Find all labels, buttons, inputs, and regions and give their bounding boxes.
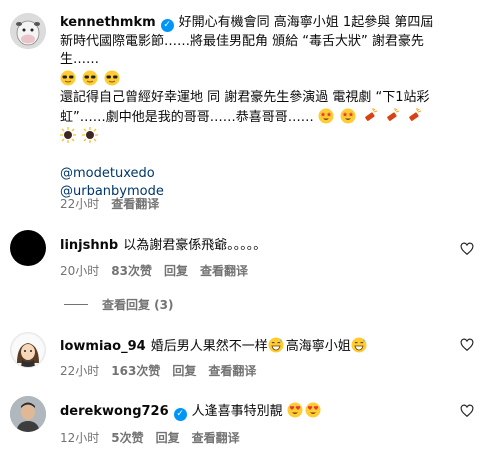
heart-icon[interactable] bbox=[460, 338, 474, 352]
comment-4: derekwong726 ✓ 人逢喜事特別靚 bbox=[60, 402, 442, 422]
comment-1-username[interactable]: kennethmkm bbox=[60, 15, 156, 30]
heart-eyes-emoji-icon bbox=[305, 402, 321, 418]
heart-icon[interactable] bbox=[460, 242, 474, 256]
mention-link-1[interactable]: @modetuxedo bbox=[60, 165, 442, 184]
heart-icon[interactable] bbox=[460, 404, 474, 418]
comment-3-translate-link[interactable]: 查看翻译 bbox=[208, 362, 256, 379]
sunglasses-emoji-icon bbox=[82, 70, 98, 85]
comment-4-translate-link[interactable]: 查看翻译 bbox=[192, 429, 240, 446]
comment-2-translate-link[interactable]: 查看翻译 bbox=[200, 262, 248, 279]
comment-1-emoji-row bbox=[60, 70, 442, 90]
avatar-lowmiao_94[interactable] bbox=[10, 332, 46, 368]
comment-3-reply-button[interactable]: 回复 bbox=[172, 362, 196, 379]
firework-emoji-icon bbox=[60, 127, 76, 143]
grinning-sweat-emoji-icon bbox=[351, 337, 367, 353]
comment-3: lowmiao_94 婚后男人果然不一样 高海寧小姐 bbox=[60, 337, 442, 357]
comment-4-reply-button[interactable]: 回复 bbox=[156, 429, 180, 446]
star-struck-emoji-icon bbox=[318, 108, 334, 123]
comment-3-body-a: 婚后男人果然不一样 bbox=[150, 339, 268, 354]
grinning-sweat-emoji-icon bbox=[268, 337, 284, 353]
firecracker-emoji-icon bbox=[365, 107, 378, 121]
comment-3-meta: 22小时 163次赞 回复 查看翻译 bbox=[60, 362, 256, 379]
comment-1-translate-link[interactable]: 查看翻译 bbox=[111, 195, 159, 212]
photo-avatar-icon bbox=[10, 396, 46, 432]
comment-1-text-2: 還記得自己曾經好幸運地 同 謝君豪先生參演過 電視劇 “下1站彩虹”……劇中他是… bbox=[60, 89, 442, 147]
sunglasses-emoji-icon bbox=[104, 70, 120, 85]
comment-4-likes[interactable]: 5次赞 bbox=[111, 429, 143, 446]
avatar-linjshnb[interactable] bbox=[10, 230, 46, 266]
avatar-derekwong726[interactable] bbox=[10, 396, 46, 432]
comment-4-username[interactable]: derekwong726 bbox=[60, 404, 169, 419]
comment-4-meta: 12小时 5次赞 回复 查看翻译 bbox=[60, 429, 240, 446]
comment-3-username[interactable]: lowmiao_94 bbox=[60, 339, 146, 354]
comment-1: kennethmkm ✓ 好開心有機會同 高海寧小姐 1起參與 第四屆新時代國際電影… bbox=[60, 14, 442, 202]
comment-2-username[interactable]: linjshnb bbox=[60, 238, 118, 253]
cartoon-avatar-icon bbox=[12, 334, 44, 367]
comment-1-time[interactable]: 22小时 bbox=[60, 195, 99, 212]
comment-2: linjshnb 以為謝君豪係飛爺。。。。。 bbox=[60, 237, 442, 256]
comment-2-reply-button[interactable]: 回复 bbox=[164, 262, 188, 279]
sunglasses-emoji-icon bbox=[60, 70, 76, 85]
comment-2-body: 以為謝君豪係飛爺。。。。。 bbox=[123, 238, 267, 253]
view-replies-divider bbox=[64, 304, 88, 305]
comment-3-text: lowmiao_94 婚后男人果然不一样 高海寧小姐 bbox=[60, 337, 442, 357]
avatar-kennethmkm[interactable] bbox=[10, 13, 46, 49]
firework-emoji-icon bbox=[82, 127, 99, 143]
comment-3-likes[interactable]: 163次赞 bbox=[111, 362, 160, 379]
comment-2-time[interactable]: 20小时 bbox=[60, 262, 99, 279]
star-struck-emoji-icon bbox=[340, 108, 356, 123]
comment-4-text: derekwong726 ✓ 人逢喜事特別靚 bbox=[60, 402, 442, 422]
comment-3-time[interactable]: 22小时 bbox=[60, 362, 99, 379]
firecracker-emoji-icon bbox=[387, 107, 400, 121]
comment-2-text: linjshnb 以為謝君豪係飛爺。。。。。 bbox=[60, 237, 442, 256]
comment-2-meta: 20小时 83次赞 回复 查看翻译 bbox=[60, 262, 248, 279]
view-replies-label: 查看回复 (3) bbox=[102, 298, 174, 312]
cow-avatar-icon bbox=[10, 13, 46, 49]
comment-4-body: 人逢喜事特別靚 bbox=[191, 404, 283, 419]
comment-4-time[interactable]: 12小时 bbox=[60, 429, 99, 446]
firecracker-emoji-icon bbox=[409, 107, 422, 121]
comment-1-text: kennethmkm ✓ 好開心有機會同 高海寧小姐 1起參與 第四屆新時代國際電影… bbox=[60, 14, 442, 70]
comment-2-likes[interactable]: 83次赞 bbox=[111, 262, 152, 279]
comment-3-body-b: 高海寧小姐 bbox=[285, 339, 351, 354]
verified-badge-icon: ✓ bbox=[160, 19, 174, 32]
comment-1-meta: 22小时 查看翻译 bbox=[60, 195, 159, 212]
heart-eyes-emoji-icon bbox=[287, 402, 303, 418]
verified-badge-icon: ✓ bbox=[173, 408, 187, 421]
view-replies-button[interactable]: 查看回复 (3) bbox=[64, 296, 174, 313]
